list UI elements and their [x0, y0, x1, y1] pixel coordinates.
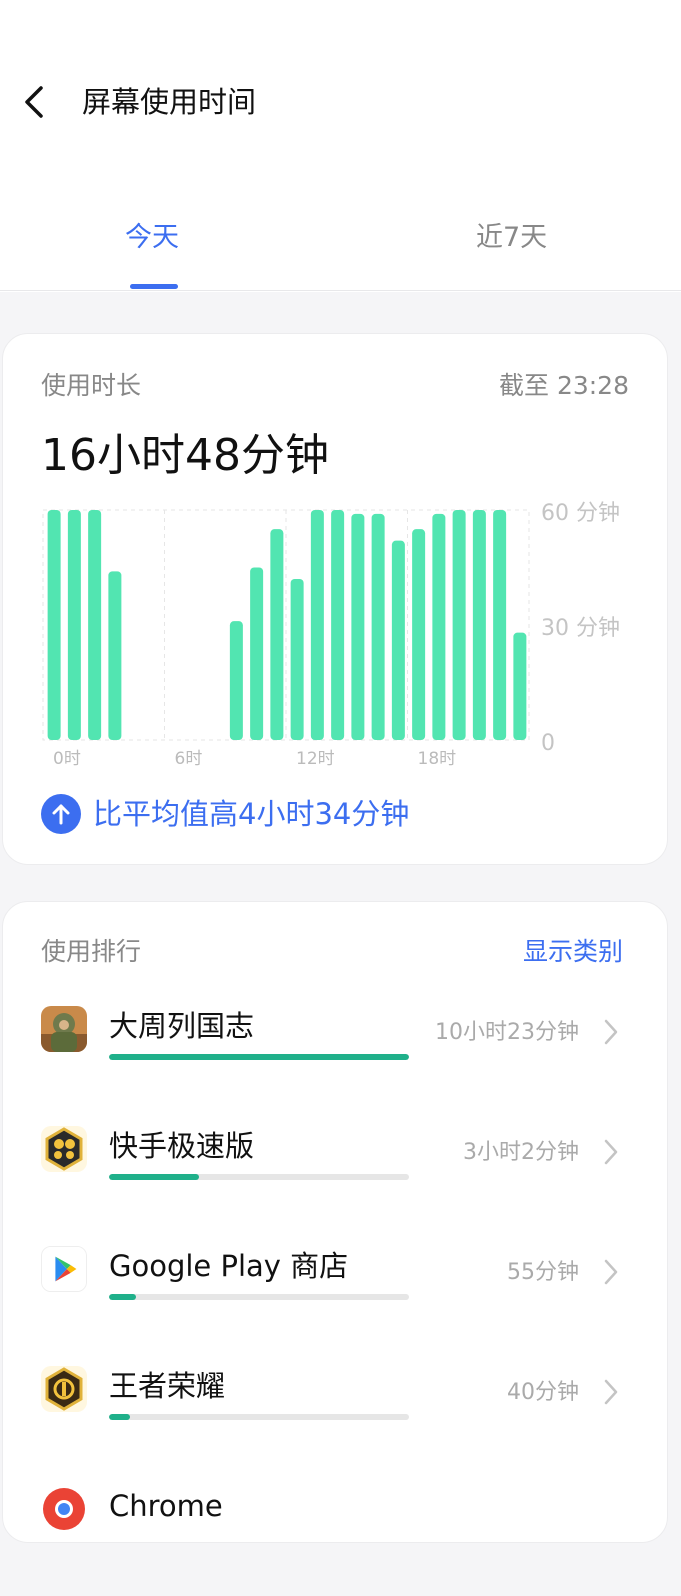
app-name: Chrome: [109, 1489, 223, 1523]
usage-progress-track: [109, 1294, 409, 1300]
page-title: 屏幕使用时间: [82, 85, 257, 119]
usage-progress-fill: [109, 1054, 409, 1060]
chrome-icon: [41, 1486, 87, 1532]
app-row-2[interactable]: 快手极速版 3小时2分钟: [3, 1126, 667, 1236]
honor-of-kings-icon: [41, 1366, 87, 1412]
usage-progress-fill: [109, 1294, 136, 1300]
app-row-3[interactable]: Google Play 商店 55分钟: [3, 1246, 667, 1356]
app-usage-time: 40分钟: [507, 1380, 579, 1405]
tab-last-7-days[interactable]: 近7天: [476, 218, 547, 258]
y-tick-label: 30 分钟: [541, 616, 620, 641]
usage-bar: [290, 579, 304, 740]
usage-bar: [472, 510, 486, 740]
header: 屏幕使用时间 今天 近7天: [0, 0, 681, 292]
tab-active-indicator: [130, 284, 178, 289]
usage-bar: [310, 510, 324, 740]
x-tick-label: 0时: [53, 749, 81, 769]
usage-card: 使用时长 截至 23:28 16小时48分钟 0时 6时 12时 18时 60 分钟 30…: [2, 333, 668, 865]
chevron-right-icon: [604, 1139, 618, 1165]
usage-bar: [513, 632, 527, 740]
usage-bar: [270, 529, 284, 740]
usage-bar: [88, 510, 102, 740]
google-play-icon: [41, 1246, 87, 1292]
app-name: 王者荣耀: [109, 1369, 226, 1403]
compare-average-text: 比平均值高4小时34分钟: [93, 797, 410, 831]
x-tick-label: 12时: [296, 749, 335, 769]
app-row-4[interactable]: 王者荣耀 40分钟: [3, 1366, 667, 1476]
ranking-card: 使用排行 显示类别 大周列国志 10小时23分钟 快手极速版 3小时2分钟 Go…: [2, 901, 668, 1543]
usage-progress-fill: [109, 1174, 199, 1180]
usage-bar: [67, 510, 81, 740]
app-name: 大周列国志: [109, 1009, 255, 1043]
usage-bar: [493, 510, 507, 740]
arrow-up-icon: [41, 794, 81, 834]
y-tick-label: 60 分钟: [541, 501, 620, 526]
app-name: Google Play 商店: [109, 1249, 349, 1283]
usage-progress-track: [109, 1414, 409, 1420]
usage-bar: [391, 540, 405, 740]
x-tick-label: 18时: [418, 749, 457, 769]
compare-row: 比平均值高4小时34分钟: [41, 794, 409, 834]
tab-today[interactable]: 今天: [125, 218, 179, 258]
usage-bar: [331, 510, 345, 740]
app-name: 快手极速版: [109, 1129, 255, 1163]
game-warrior-icon: [41, 1006, 87, 1052]
usage-progress-track: [109, 1054, 409, 1060]
app-row-5[interactable]: Chrome: [3, 1486, 667, 1596]
ranking-label: 使用排行: [41, 937, 142, 966]
usage-bar: [351, 513, 365, 740]
usage-bar: [108, 571, 122, 740]
show-category-link[interactable]: 显示类别: [523, 936, 623, 968]
chevron-right-icon: [604, 1019, 618, 1045]
chevron-right-icon: [604, 1259, 618, 1285]
back-arrow-icon: [25, 86, 43, 118]
usage-bar: [250, 567, 264, 740]
usage-bar: [371, 513, 385, 740]
app-row-1[interactable]: 大周列国志 10小时23分钟: [3, 1006, 667, 1116]
x-tick-label: 6时: [175, 749, 203, 769]
app-usage-time: 55分钟: [507, 1260, 579, 1285]
chevron-right-icon: [604, 1379, 618, 1405]
usage-bar: [432, 513, 446, 740]
header-divider: [0, 290, 681, 291]
app-usage-time: 3小时2分钟: [463, 1140, 579, 1165]
usage-bar: [229, 621, 243, 740]
usage-progress-fill: [109, 1414, 130, 1420]
usage-bar: [47, 510, 61, 740]
back-button[interactable]: [14, 80, 54, 124]
kuaishou-icon: [41, 1126, 87, 1172]
y-tick-label: 0: [541, 731, 555, 756]
usage-progress-track: [109, 1174, 409, 1180]
app-usage-time: 10小时23分钟: [435, 1020, 579, 1045]
usage-bar: [412, 529, 426, 740]
usage-bar: [452, 510, 466, 740]
hourly-usage-chart: 0时 6时 12时 18时 60 分钟 30 分钟 0: [42, 501, 620, 769]
